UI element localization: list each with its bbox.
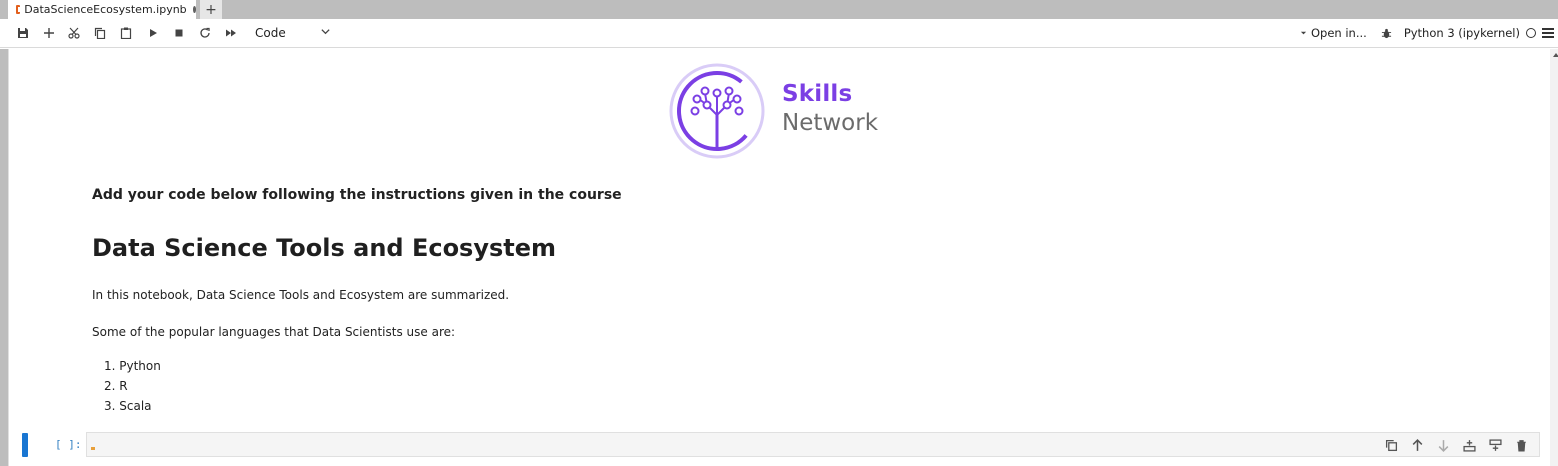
insert-above-icon[interactable] (1461, 437, 1477, 453)
intro-paragraph: In this notebook, Data Science Tools and… (92, 288, 510, 302)
instruction-text: Add your code below following the instru… (92, 187, 622, 203)
notebook-tab[interactable]: DataScienceEcosystem.ipynb (8, 0, 196, 19)
bug-icon[interactable] (1381, 28, 1392, 39)
chevron-down-icon (320, 26, 331, 40)
active-cell-indicator[interactable] (22, 433, 28, 457)
left-panel-edge (0, 49, 8, 466)
page-title: Data Science Tools and Ecosystem (92, 234, 557, 262)
copy-icon[interactable] (91, 24, 109, 42)
cell-type-select[interactable]: Code (247, 24, 335, 42)
tab-bar: DataScienceEcosystem.ipynb + (0, 0, 1558, 19)
stop-icon[interactable] (170, 24, 188, 42)
caret-down-icon (1300, 26, 1307, 40)
cell-toolbar (1383, 437, 1529, 453)
duplicate-icon[interactable] (1383, 437, 1399, 453)
cell-prompt: [ ]: (55, 438, 82, 451)
notebook-toolbar: Code Open in... Python 3 (ipykernel) (0, 19, 1558, 48)
insert-below-icon[interactable] (1487, 437, 1503, 453)
scrollbar[interactable] (1550, 49, 1558, 466)
kernel-status[interactable]: Python 3 (ipykernel) (1404, 26, 1536, 40)
tab-title: DataScienceEcosystem.ipynb (24, 3, 187, 16)
run-all-icon[interactable] (222, 24, 240, 42)
open-in-label: Open in... (1310, 26, 1367, 40)
list-item: 3. Scala (104, 399, 152, 413)
delete-icon[interactable] (1513, 437, 1529, 453)
code-cell-input[interactable] (86, 432, 1540, 457)
skills-network-logo: Skills Network (669, 63, 899, 159)
kernel-idle-icon (1526, 28, 1536, 38)
list-item: 1. Python (104, 359, 161, 373)
run-icon[interactable] (144, 24, 162, 42)
save-icon[interactable] (14, 24, 32, 42)
scroll-up-icon[interactable] (1553, 53, 1558, 57)
kernel-name: Python 3 (ipykernel) (1403, 26, 1520, 40)
list-item: 2. R (104, 379, 128, 393)
logo-text-network: Network (782, 110, 879, 136)
languages-intro: Some of the popular languages that Data … (92, 325, 456, 339)
logo-text-skills: Skills (782, 81, 853, 107)
text-cursor (91, 447, 95, 450)
languages-list: 1. Python 2. R 3. Scala (104, 357, 161, 417)
new-tab-button[interactable]: + (200, 0, 222, 19)
move-up-icon[interactable] (1409, 437, 1425, 453)
notebook-icon (16, 5, 24, 14)
add-cell-icon[interactable] (40, 24, 58, 42)
paste-icon[interactable] (117, 24, 135, 42)
open-in-menu[interactable]: Open in... (1300, 26, 1367, 40)
unsaved-dot-icon[interactable] (192, 6, 196, 13)
menu-icon[interactable] (1542, 28, 1554, 38)
restart-icon[interactable] (196, 24, 214, 42)
cell-type-value: Code (255, 26, 286, 40)
tree-logo-icon (669, 63, 765, 159)
move-down-icon[interactable] (1435, 437, 1451, 453)
cut-icon[interactable] (65, 24, 83, 42)
